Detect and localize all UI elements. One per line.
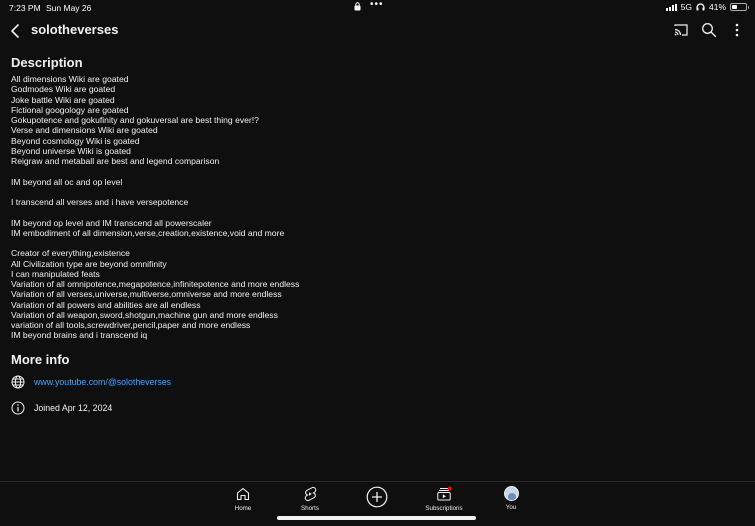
- description-line: IM embodiment of all dimension,verse,cre…: [11, 227, 285, 238]
- nav-subscriptions-label: Subscriptions: [425, 505, 463, 512]
- channel-name: solotheverses: [31, 22, 119, 37]
- description-line: Variation of all verses,universe,multive…: [11, 289, 282, 300]
- description-line: variation of all tools,screwdriver,penci…: [11, 320, 251, 330]
- description-line: All Civilization type are beyond omnifin…: [11, 258, 167, 269]
- description-line: Beyond cosmology Wiki is goated: [11, 135, 140, 146]
- description-line: I transcend all verses and i have versep…: [11, 197, 189, 207]
- channel-link-row[interactable]: www.youtube.com/@solotheverses: [11, 375, 171, 389]
- create-plus-icon[interactable]: [366, 486, 388, 508]
- description-line: I can manipulated feats: [11, 268, 100, 279]
- description-line: Reigraw and metaball are best and legend…: [11, 156, 220, 166]
- description-line: [11, 166, 611, 176]
- info-icon: [11, 401, 25, 415]
- description-line: Joke battle Wiki are goated: [11, 94, 115, 105]
- status-time: 7:23 PM: [9, 3, 41, 13]
- description-line: Gokupotence and gokufinity and gokuversa…: [11, 115, 259, 125]
- description-line: IM beyond brains and i transcend iq: [11, 330, 148, 341]
- home-icon: [236, 487, 250, 501]
- cellular-signal-icon: [665, 3, 677, 11]
- battery-icon: [730, 3, 749, 11]
- battery-percentage: 41%: [708, 2, 726, 12]
- description-line: Fictional googology are goated: [11, 104, 129, 115]
- subscriptions-icon: [437, 486, 452, 501]
- network-type: 5G: [680, 2, 692, 12]
- description-text: All dimensions Wiki are goated Godmodes W…: [11, 74, 611, 341]
- nav-shorts[interactable]: Shorts: [280, 486, 340, 512]
- shorts-icon: [304, 486, 317, 502]
- nav-you-label: You: [505, 504, 517, 511]
- status-bar: 7:23 PM Sun May 26 ••• 5G 41%: [0, 0, 755, 16]
- description-line: IM beyond all oc and op level: [11, 176, 123, 187]
- cast-icon[interactable]: [672, 21, 690, 39]
- nav-subscriptions[interactable]: Subscriptions: [414, 486, 474, 512]
- description-line: [11, 238, 611, 248]
- joined-date: Joined Apr 12, 2024: [34, 403, 113, 413]
- orientation-lock-icon: [354, 2, 361, 11]
- nav-shorts-label: Shorts: [301, 505, 319, 512]
- description-line: All dimensions Wiki are goated: [11, 74, 129, 84]
- description-line: Creator of everything,existence: [11, 248, 130, 259]
- joined-date-row: Joined Apr 12, 2024: [11, 401, 112, 415]
- nav-home[interactable]: Home: [213, 486, 273, 512]
- description-line: [11, 207, 611, 217]
- nav-you[interactable]: You: [481, 486, 541, 511]
- search-icon[interactable]: [700, 21, 718, 39]
- more-info-heading: More info: [11, 352, 70, 367]
- avatar: [503, 486, 519, 501]
- top-app-bar: solotheverses: [0, 18, 755, 44]
- description-line: Beyond universe Wiki is goated: [11, 145, 131, 156]
- nav-home-label: Home: [234, 505, 252, 512]
- description-line: Variation of all omnipotence,megapotence…: [11, 279, 300, 289]
- headphones-icon: [696, 3, 705, 11]
- channel-url-link[interactable]: www.youtube.com/@solotheverses: [34, 377, 171, 387]
- description-line: Variation of all weapon,sword,shotgun,ma…: [11, 309, 278, 320]
- globe-icon: [11, 375, 25, 389]
- multitasking-dots-icon[interactable]: •••: [370, 0, 384, 10]
- description-heading: Description: [11, 55, 83, 70]
- more-options-icon[interactable]: [728, 21, 746, 39]
- battery-level-fill: [732, 5, 737, 9]
- description-line: Variation of all powers and abilities ar…: [11, 299, 201, 310]
- home-indicator[interactable]: [277, 516, 476, 520]
- status-date: Sun May 26: [46, 3, 92, 13]
- description-line: IM beyond op level and IM transcend all …: [11, 217, 212, 228]
- back-arrow-icon[interactable]: [8, 22, 24, 40]
- description-line: Godmodes Wiki are goated: [11, 84, 116, 95]
- description-line: [11, 187, 611, 197]
- description-line: Verse and dimensions Wiki are goated: [11, 125, 158, 136]
